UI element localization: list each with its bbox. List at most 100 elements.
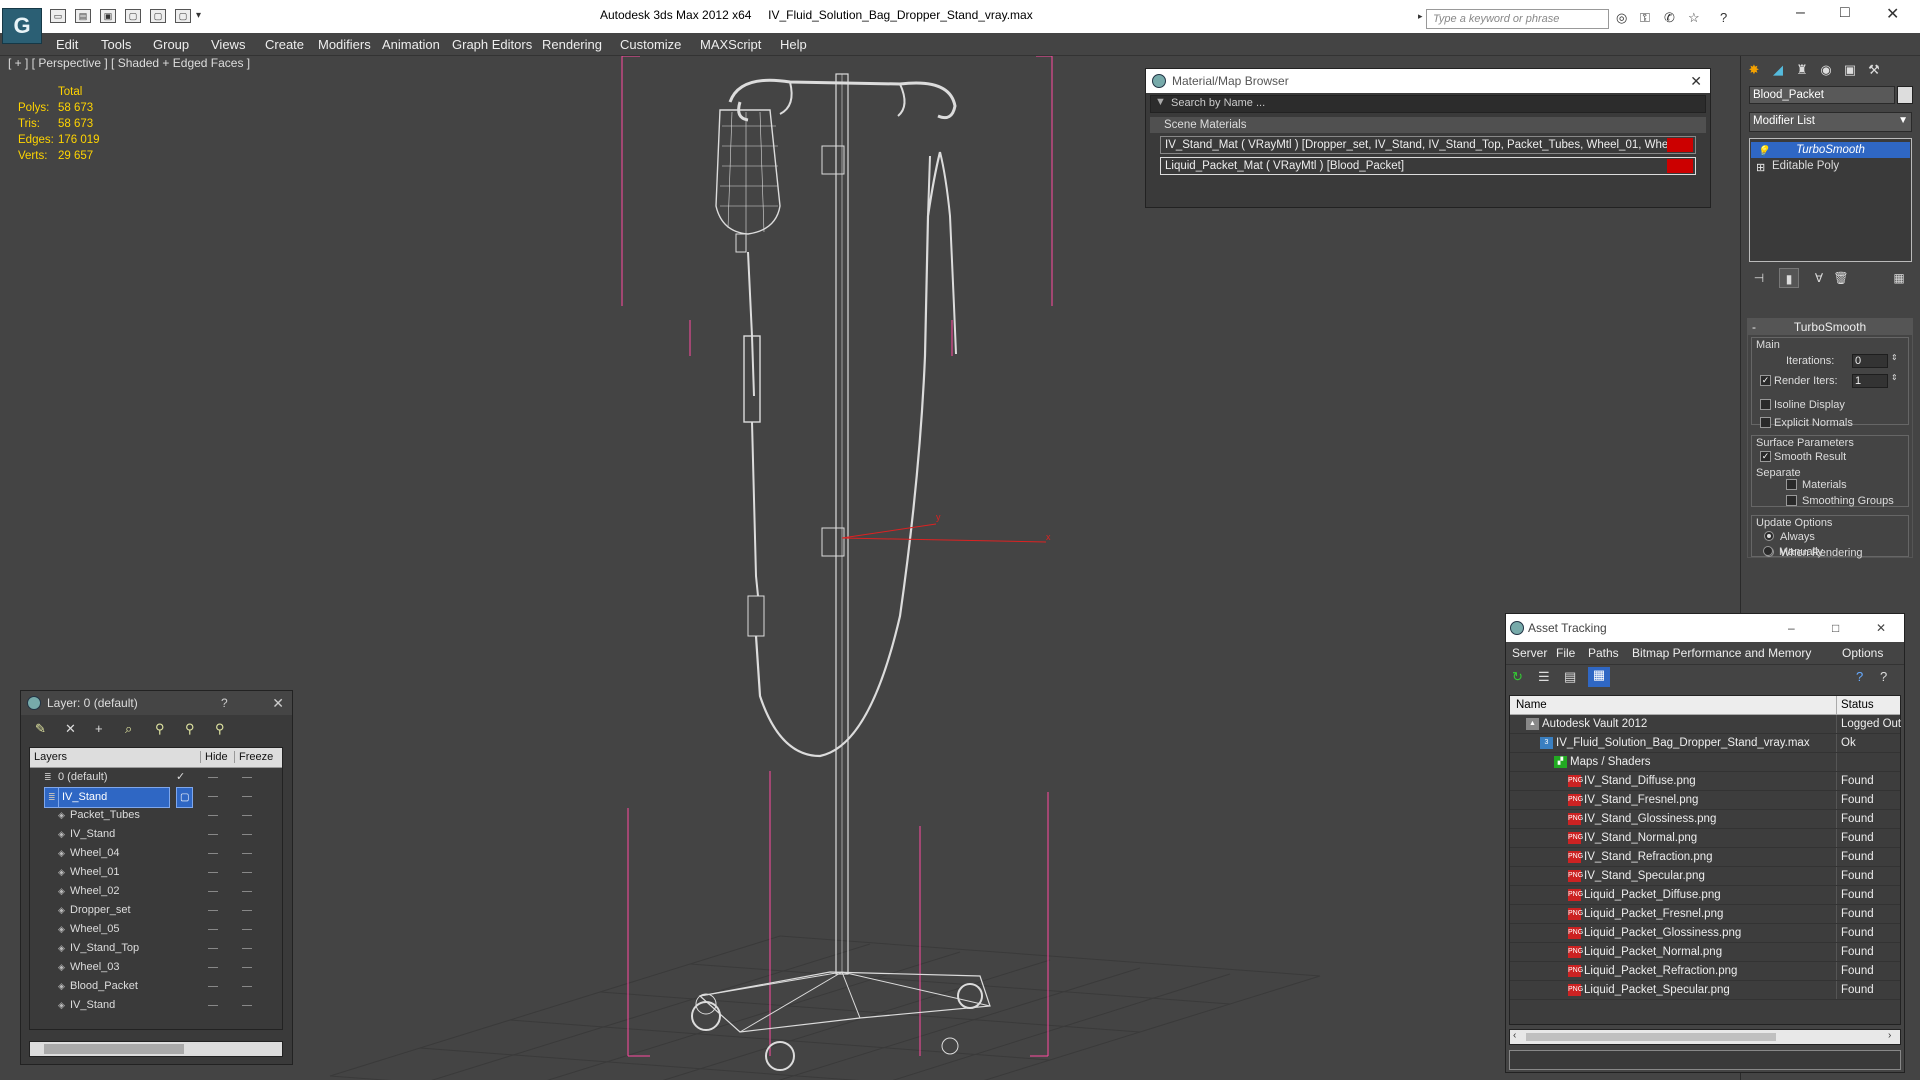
freeze-toggle[interactable] xyxy=(242,986,252,987)
add-to-layer-icon[interactable]: + xyxy=(95,721,103,736)
object-color-swatch[interactable] xyxy=(1897,86,1913,104)
modifier-list-dropdown[interactable]: Modifier List ▼ xyxy=(1749,112,1912,132)
delete-layer-icon[interactable]: ✕ xyxy=(65,721,76,737)
update-manually-radio[interactable] xyxy=(1763,546,1773,556)
rollout-header[interactable]: - TurboSmooth xyxy=(1748,319,1912,335)
name-column-header[interactable]: Name xyxy=(1516,699,1547,711)
layer-row[interactable]: ◈ IV_Stand xyxy=(30,825,282,844)
binoculars-icon[interactable]: ◎ xyxy=(1616,10,1627,26)
smooth-result-checkbox[interactable]: ✓ xyxy=(1760,451,1771,462)
layer-row[interactable]: ≣ IV_Stand ▢ xyxy=(30,787,282,808)
layer-row[interactable]: ≣ 0 (default) ✓ xyxy=(30,768,282,787)
search-expand-icon[interactable]: ▸ xyxy=(1418,11,1423,22)
scroll-thumb[interactable] xyxy=(44,1044,184,1054)
asset-status-field[interactable] xyxy=(1509,1050,1901,1070)
hide-toggle[interactable] xyxy=(208,1005,218,1006)
help-icon[interactable]: ? xyxy=(1720,10,1727,25)
layer-row[interactable]: ◈ Wheel_03 xyxy=(30,958,282,977)
asset-row[interactable]: PNG Liquid_Packet_Glossiness.png Found xyxy=(1510,924,1900,943)
redo-icon[interactable]: ▢ xyxy=(150,9,166,23)
update-always-radio[interactable] xyxy=(1764,531,1774,541)
layer-row[interactable]: ◈ Wheel_05 xyxy=(30,920,282,939)
hide-toggle[interactable] xyxy=(208,891,218,892)
menu-group[interactable]: Group xyxy=(153,37,189,52)
open-file-icon[interactable]: ▤ xyxy=(75,9,91,23)
freeze-all-icon[interactable]: ⚲ xyxy=(215,721,225,737)
asset-menu-file[interactable]: File xyxy=(1556,646,1575,660)
freeze-toggle[interactable] xyxy=(242,948,252,949)
asset-row[interactable]: 3 IV_Fluid_Solution_Bag_Dropper_Stand_vra… xyxy=(1510,734,1900,753)
minimize-icon[interactable]: – xyxy=(1796,4,1805,22)
hide-toggle[interactable] xyxy=(208,815,218,816)
layer-dialog-titlebar[interactable]: Layer: 0 (default) ? ✕ xyxy=(21,691,292,715)
table-view-icon[interactable]: ▦ xyxy=(1588,667,1610,687)
menu-customize[interactable]: Customize xyxy=(620,37,681,52)
material-search-input[interactable]: ▼ Search by Name ... xyxy=(1150,95,1706,113)
menu-rendering[interactable]: Rendering xyxy=(542,37,602,52)
layer-row[interactable]: ◈ IV_Stand xyxy=(30,996,282,1015)
stack-item-editable-poly[interactable]: ⊞ Editable Poly xyxy=(1750,158,1911,174)
layer-row[interactable]: ◈ Wheel_01 xyxy=(30,863,282,882)
asset-row[interactable]: ▲ Autodesk Vault 2012 Logged Out xyxy=(1510,715,1901,734)
motion-tab-icon[interactable]: ◉ xyxy=(1815,60,1837,80)
menu-help[interactable]: Help xyxy=(780,37,807,52)
hierarchy-tab-icon[interactable]: ♜ xyxy=(1791,60,1813,80)
close-icon[interactable]: ✕ xyxy=(272,691,284,715)
hide-toggle[interactable] xyxy=(208,777,218,778)
hide-toggle[interactable] xyxy=(208,872,218,873)
hide-toggle[interactable] xyxy=(208,910,218,911)
quick-access-dropdown-icon[interactable]: ▾ xyxy=(196,10,201,21)
hide-toggle[interactable] xyxy=(208,948,218,949)
asset-horizontal-scrollbar[interactable]: ‹ › xyxy=(1509,1029,1901,1045)
asset-row[interactable]: PNG IV_Stand_Normal.png Found xyxy=(1510,829,1900,848)
layer-row[interactable]: ◈ Dropper_set xyxy=(30,901,282,920)
help-icon[interactable]: ? xyxy=(1880,669,1887,684)
help-button[interactable]: ? xyxy=(221,691,228,715)
menu-modifiers[interactable]: Modifiers xyxy=(318,37,371,52)
render-iters-spinner[interactable]: 1 xyxy=(1852,374,1888,388)
set-current-layer-icon[interactable]: ▢ xyxy=(176,787,194,808)
vault-help-icon[interactable]: ? xyxy=(1856,669,1863,684)
menu-graph-editors[interactable]: Graph Editors xyxy=(452,37,532,52)
create-layer-icon[interactable]: ✎ xyxy=(35,721,46,737)
asset-menu-server[interactable]: Server xyxy=(1512,646,1547,660)
material-item[interactable]: Liquid_Packet_Mat ( VRayMtl ) [Blood_Pac… xyxy=(1160,157,1696,175)
list-view-icon[interactable]: ☰ xyxy=(1538,669,1550,685)
maximize-icon[interactable]: □ xyxy=(1840,4,1850,22)
remove-modifier-icon[interactable]: 🗑 xyxy=(1831,268,1851,288)
menu-views[interactable]: Views xyxy=(211,37,245,52)
viewport-label[interactable]: [ + ] [ Perspective ] [ Shaded + Edged F… xyxy=(8,56,250,70)
utilities-tab-icon[interactable]: ⚒ xyxy=(1863,60,1885,80)
freeze-toggle[interactable] xyxy=(242,967,252,968)
freeze-toggle[interactable] xyxy=(242,777,252,778)
scroll-left-icon[interactable]: ‹ xyxy=(1513,1030,1516,1041)
close-icon[interactable]: ✕ xyxy=(1876,614,1886,642)
hide-toggle[interactable] xyxy=(208,834,218,835)
save-icon[interactable]: ▣ xyxy=(100,9,116,23)
isoline-display-checkbox[interactable] xyxy=(1760,399,1771,410)
asset-row[interactable]: PNG Liquid_Packet_Normal.png Found xyxy=(1510,943,1900,962)
layer-row[interactable]: ◈ Packet_Tubes xyxy=(30,806,282,825)
menu-create[interactable]: Create xyxy=(265,37,304,52)
new-file-icon[interactable]: ▭ xyxy=(50,9,66,23)
show-end-result-icon[interactable]: ▮ xyxy=(1779,268,1799,288)
keyword-search-input[interactable]: Type a keyword or phrase xyxy=(1426,9,1609,29)
hide-toggle[interactable] xyxy=(208,986,218,987)
freeze-toggle[interactable] xyxy=(242,1005,252,1006)
asset-row[interactable]: PNG IV_Stand_Specular.png Found xyxy=(1510,867,1900,886)
create-tab-icon[interactable]: ✸ xyxy=(1743,60,1765,80)
hide-all-icon[interactable]: ⚲ xyxy=(185,721,195,737)
make-unique-icon[interactable]: ∀ xyxy=(1809,268,1829,288)
render-iters-checkbox[interactable]: ✓ xyxy=(1760,375,1771,386)
layers-column-header[interactable]: Layers xyxy=(34,751,67,763)
maximize-icon[interactable]: □ xyxy=(1832,614,1839,642)
freeze-toggle[interactable] xyxy=(242,872,252,873)
freeze-toggle[interactable] xyxy=(242,815,252,816)
close-window-icon[interactable]: ✕ xyxy=(1886,4,1899,24)
spinner-arrows-icon[interactable]: ⇕ xyxy=(1891,373,1898,382)
layer-row[interactable]: ◈ Wheel_02 xyxy=(30,882,282,901)
pin-stack-icon[interactable]: ⊣ xyxy=(1749,268,1769,288)
status-column-header[interactable]: Status xyxy=(1836,696,1874,715)
hide-toggle[interactable] xyxy=(208,853,218,854)
menu-edit[interactable]: Edit xyxy=(56,37,78,52)
